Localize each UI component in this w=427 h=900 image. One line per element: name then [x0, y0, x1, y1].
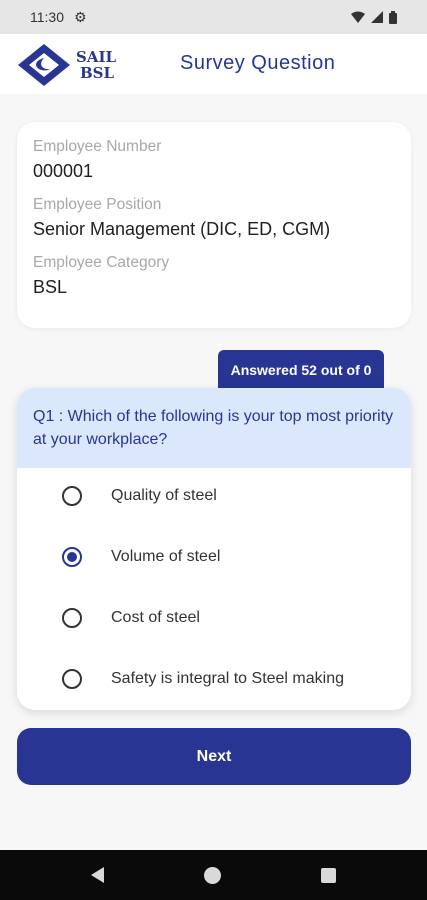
employee-category-label: Employee Category: [33, 254, 170, 271]
signal-icon: [371, 11, 383, 23]
option-label: Cost of steel: [111, 609, 200, 626]
option-volume-of-steel[interactable]: Volume of steel: [17, 529, 411, 585]
employee-category-value: BSL: [33, 277, 68, 297]
page-title: Survey Question: [180, 52, 336, 74]
option-safety-integral[interactable]: Safety is integral to Steel making: [17, 651, 411, 707]
status-icons: [351, 10, 397, 24]
home-icon[interactable]: [204, 866, 221, 884]
sail-logo-icon: [18, 44, 70, 86]
status-time: 11:30: [30, 9, 64, 25]
back-icon[interactable]: [91, 867, 104, 883]
option-label: Volume of steel: [111, 548, 221, 565]
employee-number-value: 000001: [33, 161, 94, 181]
battery-icon: [389, 10, 397, 24]
employee-position-label: Employee Position: [33, 196, 162, 213]
option-cost-of-steel[interactable]: Cost of steel: [17, 590, 411, 646]
radio-button-unchecked[interactable]: [62, 669, 82, 689]
next-button[interactable]: Next: [17, 728, 411, 785]
radio-button-checked[interactable]: [62, 547, 82, 567]
app-bar: SAIL BSL Survey Question: [0, 34, 427, 94]
system-nav-bar: [0, 850, 427, 900]
status-bar: 11:30 ⚙: [0, 0, 427, 34]
option-label: Safety is integral to Steel making: [111, 670, 345, 687]
recent-apps-icon[interactable]: [321, 867, 336, 883]
wifi-icon: [351, 11, 365, 23]
option-quality-of-steel[interactable]: Quality of steel: [17, 468, 411, 524]
employee-info-card: Employee Number 000001 Employee Position…: [17, 122, 411, 328]
employee-number-label: Employee Number: [33, 138, 162, 155]
question-text: Q1 : Which of the following is your top …: [17, 388, 411, 468]
logo-line1: SAIL: [76, 48, 117, 66]
logo-line2: BSL: [80, 64, 115, 82]
gear-icon: ⚙: [74, 8, 87, 25]
logo-text: SAIL BSL: [76, 49, 116, 81]
answered-count-badge: Answered 52 out of 0: [218, 350, 384, 390]
option-label: Quality of steel: [111, 487, 217, 504]
radio-button-unchecked[interactable]: [62, 608, 82, 628]
employee-position-value: Senior Management (DIC, ED, CGM): [33, 219, 331, 239]
sail-bsl-logo: SAIL BSL: [18, 42, 118, 88]
question-card: Q1 : Which of the following is your top …: [17, 388, 411, 710]
radio-button-unchecked[interactable]: [62, 486, 82, 506]
